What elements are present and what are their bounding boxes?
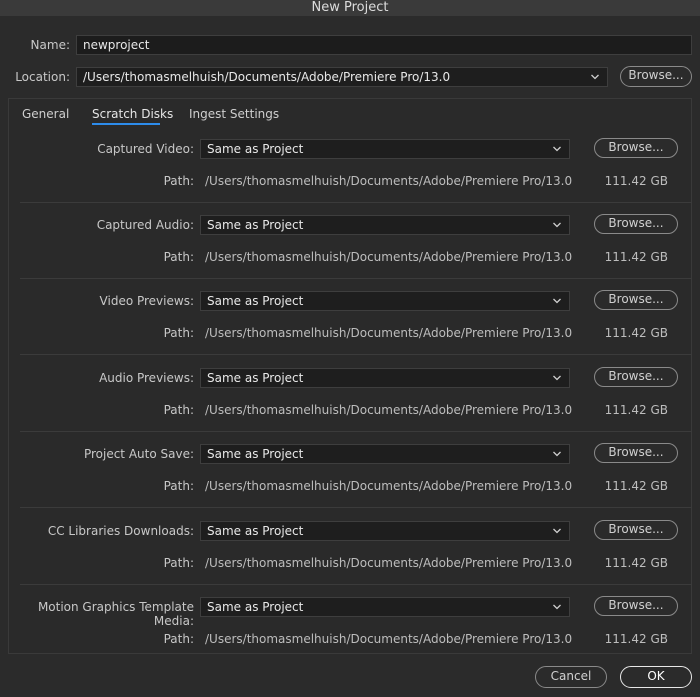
audio-previews-label: Audio Previews: xyxy=(99,371,194,385)
chevron-down-icon xyxy=(553,298,561,304)
chevron-down-icon xyxy=(553,375,561,381)
motion-graphics-template-media-size: 111.42 GB xyxy=(604,632,668,646)
new-project-dialog: New Project Name: newproject Location: /… xyxy=(0,0,700,697)
project-auto-save-value: Same as Project xyxy=(207,447,304,461)
audio-previews-path-label: Path: xyxy=(163,403,194,417)
location-value: /Users/thomasmelhuish/Documents/Adobe/Pr… xyxy=(83,70,451,84)
captured-audio-path: /Users/thomasmelhuish/Documents/Adobe/Pr… xyxy=(205,250,573,264)
video-previews-path: /Users/thomasmelhuish/Documents/Adobe/Pr… xyxy=(205,326,573,340)
audio-previews-path: /Users/thomasmelhuish/Documents/Adobe/Pr… xyxy=(205,403,573,417)
row-divider xyxy=(20,431,692,432)
tab-scratch-disks[interactable]: Scratch Disks xyxy=(92,107,173,121)
name-label: Name: xyxy=(30,38,70,52)
tab-ingest-settings[interactable]: Ingest Settings xyxy=(189,107,279,121)
captured-video-path: /Users/thomasmelhuish/Documents/Adobe/Pr… xyxy=(205,174,573,188)
motion-graphics-template-media-value: Same as Project xyxy=(207,600,304,614)
motion-graphics-template-media-path: /Users/thomasmelhuish/Documents/Adobe/Pr… xyxy=(205,632,573,646)
row-divider xyxy=(20,278,692,279)
motion-graphics-template-media-dropdown[interactable]: Same as Project xyxy=(200,597,570,617)
project-auto-save-size: 111.42 GB xyxy=(604,479,668,493)
cc-libraries-downloads-label: CC Libraries Downloads: xyxy=(47,524,194,538)
ok-button[interactable]: OK xyxy=(620,666,692,688)
captured-video-browse-button[interactable]: Browse... xyxy=(594,138,678,158)
chevron-down-icon xyxy=(553,222,561,228)
chevron-down-icon xyxy=(553,146,561,152)
audio-previews-size: 111.42 GB xyxy=(604,403,668,417)
project-auto-save-browse-button[interactable]: Browse... xyxy=(594,443,678,463)
project-auto-save-path: /Users/thomasmelhuish/Documents/Adobe/Pr… xyxy=(205,479,573,493)
audio-previews-dropdown[interactable]: Same as Project xyxy=(200,368,570,388)
captured-audio-dropdown[interactable]: Same as Project xyxy=(200,215,570,235)
cc-libraries-downloads-path-label: Path: xyxy=(163,556,194,570)
video-previews-path-label: Path: xyxy=(163,326,194,340)
cc-libraries-downloads-browse-button[interactable]: Browse... xyxy=(594,520,678,540)
row-divider xyxy=(20,354,692,355)
chevron-down-icon xyxy=(553,528,561,534)
captured-video-dropdown[interactable]: Same as Project xyxy=(200,139,570,159)
captured-video-path-label: Path: xyxy=(163,174,194,188)
video-previews-size: 111.42 GB xyxy=(604,326,668,340)
motion-graphics-template-media-path-label: Path: xyxy=(163,632,194,646)
captured-audio-path-label: Path: xyxy=(163,250,194,264)
project-auto-save-path-label: Path: xyxy=(163,479,194,493)
video-previews-label: Video Previews: xyxy=(99,294,194,308)
tab-general[interactable]: General xyxy=(22,107,69,121)
chevron-down-icon xyxy=(553,451,561,457)
project-auto-save-label: Project Auto Save: xyxy=(83,447,194,461)
video-previews-browse-button[interactable]: Browse... xyxy=(594,290,678,310)
video-previews-dropdown[interactable]: Same as Project xyxy=(200,291,570,311)
captured-audio-size: 111.42 GB xyxy=(604,250,668,264)
captured-audio-value: Same as Project xyxy=(207,218,304,232)
location-browse-button[interactable]: Browse... xyxy=(620,66,692,87)
cc-libraries-downloads-path: /Users/thomasmelhuish/Documents/Adobe/Pr… xyxy=(205,556,573,570)
captured-video-size: 111.42 GB xyxy=(604,174,668,188)
audio-previews-browse-button[interactable]: Browse... xyxy=(594,367,678,387)
name-input[interactable]: newproject xyxy=(76,35,692,55)
location-label: Location: xyxy=(15,70,70,84)
chevron-down-icon xyxy=(553,604,561,610)
cc-libraries-downloads-size: 111.42 GB xyxy=(604,556,668,570)
audio-previews-value: Same as Project xyxy=(207,371,304,385)
captured-audio-label: Captured Audio: xyxy=(96,218,194,232)
cancel-button[interactable]: Cancel xyxy=(535,666,607,688)
row-divider xyxy=(20,507,692,508)
row-divider xyxy=(20,584,692,585)
motion-graphics-template-media-label: Motion Graphics Template Media: xyxy=(37,600,194,628)
location-dropdown[interactable]: /Users/thomasmelhuish/Documents/Adobe/Pr… xyxy=(76,67,608,87)
captured-video-value: Same as Project xyxy=(207,142,304,156)
captured-video-label: Captured Video: xyxy=(97,142,194,156)
row-divider xyxy=(20,202,692,203)
project-auto-save-dropdown[interactable]: Same as Project xyxy=(200,444,570,464)
motion-graphics-template-media-browse-button[interactable]: Browse... xyxy=(594,596,678,616)
video-previews-value: Same as Project xyxy=(207,294,304,308)
cc-libraries-downloads-value: Same as Project xyxy=(207,524,304,538)
selected-tab-indicator xyxy=(92,123,160,125)
cc-libraries-downloads-dropdown[interactable]: Same as Project xyxy=(200,521,570,541)
chevron-down-icon xyxy=(591,74,599,80)
window-title: New Project xyxy=(0,0,700,16)
captured-audio-browse-button[interactable]: Browse... xyxy=(594,214,678,234)
